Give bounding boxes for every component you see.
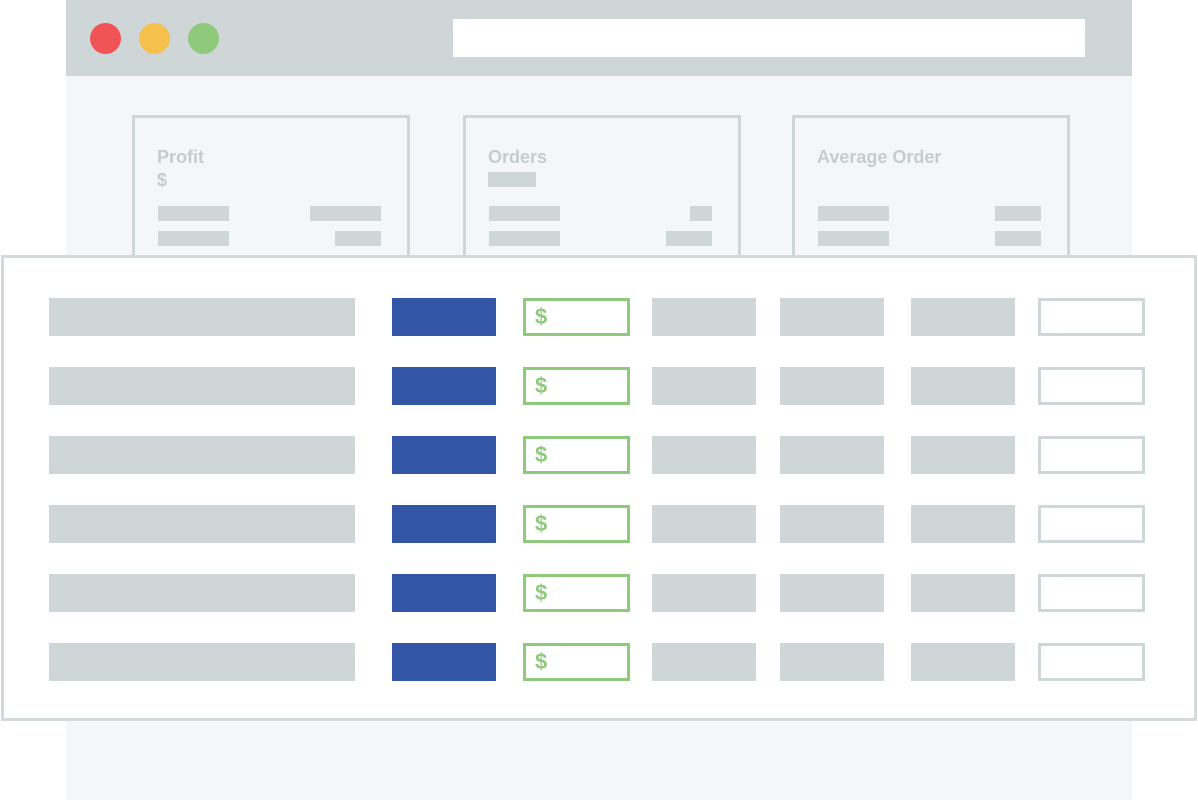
placeholder-bar	[818, 206, 889, 221]
profit-card-value: $	[157, 170, 168, 190]
average-order-card-title: Average Order	[817, 147, 942, 167]
action-button[interactable]	[1038, 436, 1145, 474]
table-cell	[911, 505, 1015, 543]
table-cell	[652, 298, 756, 336]
table-cell	[652, 574, 756, 612]
table-cell	[780, 574, 884, 612]
profit-card-title: Profit	[157, 147, 204, 167]
table-cell	[652, 367, 756, 405]
action-button[interactable]	[1038, 505, 1145, 543]
action-button[interactable]	[1038, 643, 1145, 681]
orders-card: Orders	[463, 115, 741, 275]
close-window-button[interactable]	[90, 23, 121, 54]
table-cell	[652, 436, 756, 474]
action-button[interactable]	[1038, 298, 1145, 336]
table-cell	[780, 298, 884, 336]
table-cell	[911, 367, 1015, 405]
placeholder-bar	[335, 231, 381, 246]
product-name-cell	[49, 643, 355, 681]
average-order-card: Average Order	[792, 115, 1070, 275]
price-field[interactable]: $	[523, 574, 630, 612]
table-cell	[911, 574, 1015, 612]
placeholder-bar	[818, 231, 889, 246]
table-cell	[911, 298, 1015, 336]
price-field[interactable]: $	[523, 367, 630, 405]
status-badge	[392, 367, 496, 405]
table-cell	[652, 505, 756, 543]
status-badge	[392, 643, 496, 681]
product-name-cell	[49, 505, 355, 543]
table-cell	[911, 643, 1015, 681]
table-cell	[780, 436, 884, 474]
product-name-cell	[49, 574, 355, 612]
product-name-cell	[49, 436, 355, 474]
title-bar	[66, 0, 1132, 76]
orders-table: $ $ $ $ $ $	[1, 255, 1197, 721]
placeholder-bar	[158, 231, 229, 246]
action-button[interactable]	[1038, 574, 1145, 612]
status-badge	[392, 574, 496, 612]
orders-card-title: Orders	[488, 147, 548, 167]
placeholder-bar	[690, 206, 712, 221]
status-badge	[392, 505, 496, 543]
price-field[interactable]: $	[523, 298, 630, 336]
placeholder-bar	[158, 206, 229, 221]
address-bar[interactable]	[453, 19, 1085, 57]
price-field[interactable]: $	[523, 643, 630, 681]
table-cell	[911, 436, 1015, 474]
profit-card: Profit $	[132, 115, 410, 275]
price-field[interactable]: $	[523, 436, 630, 474]
minimize-window-button[interactable]	[139, 23, 170, 54]
placeholder-bar	[666, 231, 712, 246]
table-cell	[780, 367, 884, 405]
status-badge	[392, 298, 496, 336]
table-cell	[652, 643, 756, 681]
placeholder-bar	[310, 206, 381, 221]
action-button[interactable]	[1038, 367, 1145, 405]
maximize-window-button[interactable]	[188, 23, 219, 54]
table-cell	[780, 643, 884, 681]
placeholder-bar	[489, 206, 560, 221]
product-name-cell	[49, 367, 355, 405]
price-field[interactable]: $	[523, 505, 630, 543]
orders-card-value-placeholder	[488, 172, 536, 187]
placeholder-bar	[995, 206, 1041, 221]
placeholder-bar	[489, 231, 560, 246]
placeholder-bar	[995, 231, 1041, 246]
product-name-cell	[49, 298, 355, 336]
table-cell	[780, 505, 884, 543]
status-badge	[392, 436, 496, 474]
